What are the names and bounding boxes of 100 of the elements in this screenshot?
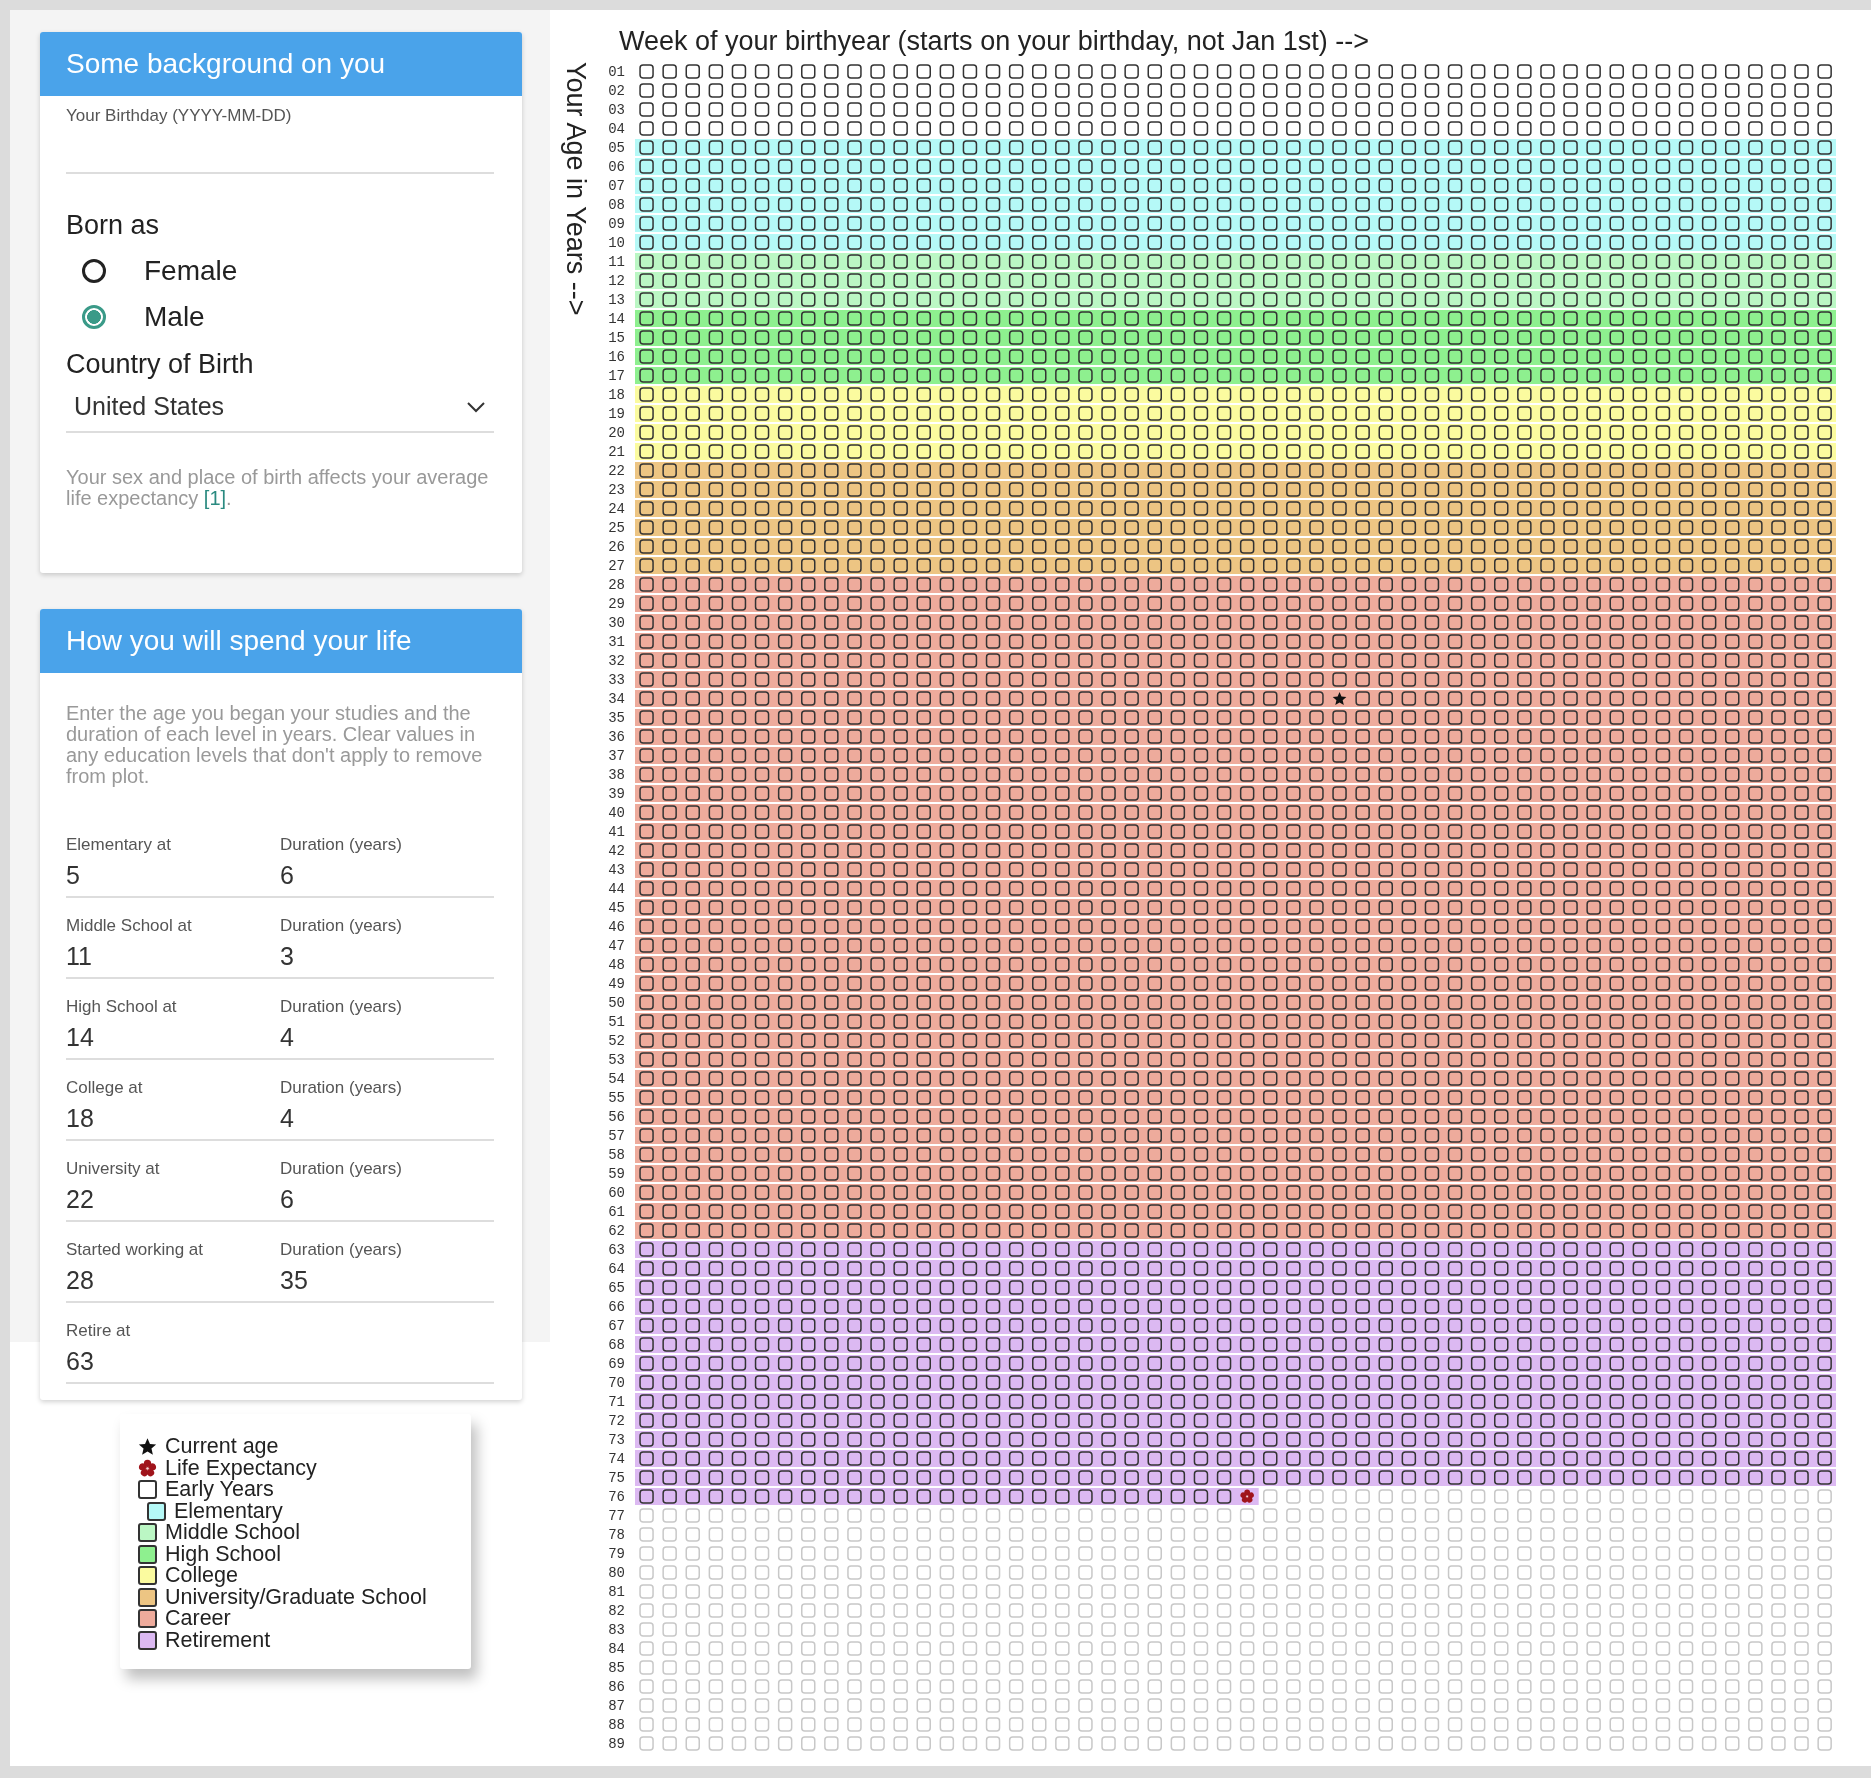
intro-text: Enter the age you began your studies and the duration of each level in years. Clear values in any education levels that don't apply to remove from plot. — [66, 703, 484, 787]
age-label: 45 — [607, 899, 626, 916]
legend-label: Early Years — [165, 1479, 274, 1501]
field-label: University at — [66, 1159, 161, 1179]
age-label: 40 — [607, 804, 626, 821]
duration-input[interactable]: 6 — [280, 1179, 430, 1220]
legend-label: Middle School — [165, 1522, 301, 1544]
age-label: 85 — [607, 1659, 626, 1676]
age-label: 05 — [607, 139, 626, 156]
age-label: 56 — [607, 1108, 626, 1125]
legend-label: Career — [165, 1608, 231, 1630]
field-label: Duration (years) — [280, 916, 403, 936]
field-label: Elementary at — [66, 835, 172, 855]
age-label: 02 — [607, 82, 626, 99]
age-input[interactable]: 63 — [66, 1341, 216, 1382]
section-label: Born as — [66, 210, 161, 241]
age-label: 73 — [607, 1431, 626, 1448]
age-label: 19 — [607, 405, 626, 422]
age-input[interactable]: 28 — [66, 1260, 216, 1301]
age-label: 07 — [607, 177, 626, 194]
age-label: 30 — [607, 614, 626, 631]
age-label: 55 — [607, 1089, 626, 1106]
age-label: 64 — [607, 1260, 626, 1277]
axis-label: Your Age in Years --> — [560, 62, 591, 316]
duration-input[interactable]: 35 — [280, 1260, 430, 1301]
age-label: 01 — [607, 63, 626, 80]
legend-label: High School — [165, 1543, 281, 1565]
field-label: Duration (years) — [280, 835, 403, 855]
age-label: 65 — [607, 1279, 626, 1296]
age-label: 84 — [607, 1640, 626, 1657]
age-label: 23 — [607, 481, 626, 498]
age-label: 25 — [607, 519, 626, 536]
legend-label: University/Graduate School — [165, 1586, 427, 1608]
age-label: 03 — [607, 101, 626, 118]
age-input[interactable]: 11 — [66, 936, 216, 977]
age-label: 47 — [607, 937, 626, 954]
age-label: 52 — [607, 1032, 626, 1049]
age-label: 29 — [607, 595, 626, 612]
duration-input[interactable]: 3 — [280, 936, 430, 977]
field-label: Middle School at — [66, 916, 193, 936]
age-label: 70 — [607, 1374, 626, 1391]
age-label: 36 — [607, 728, 626, 745]
age-label: 35 — [607, 709, 626, 726]
field-label: Retire at — [66, 1321, 132, 1341]
age-input[interactable]: 5 — [66, 855, 216, 896]
country-select[interactable]: United States — [66, 384, 494, 433]
reference-link[interactable]: [1] — [203, 487, 227, 509]
age-input[interactable]: 14 — [66, 1017, 216, 1058]
duration-input[interactable]: 4 — [280, 1017, 430, 1058]
age-label: 57 — [607, 1127, 626, 1144]
age-label: 17 — [607, 367, 626, 384]
info-text: Your sex and place of birth affects your average life expectancy [1]. — [66, 467, 490, 509]
age-label: 21 — [607, 443, 626, 460]
age-label: 68 — [607, 1336, 626, 1353]
age-label: 33 — [607, 671, 626, 688]
age-label: 46 — [607, 918, 626, 935]
legend-label: Elementary — [174, 1500, 283, 1522]
age-label: 08 — [607, 196, 626, 213]
age-label: 50 — [607, 994, 626, 1011]
field-label: Duration (years) — [280, 1078, 403, 1098]
field-label: Duration (years) — [280, 1240, 403, 1260]
duration-input[interactable]: 4 — [280, 1098, 430, 1139]
age-label: 74 — [607, 1450, 626, 1467]
star-icon — [138, 1437, 157, 1457]
radio-label: Female — [144, 255, 238, 287]
age-label: 12 — [607, 272, 626, 289]
age-label: 72 — [607, 1412, 626, 1429]
age-label: 20 — [607, 424, 626, 441]
flower-icon — [138, 1458, 157, 1478]
field-label: Duration (years) — [280, 997, 403, 1017]
chart-title: Week of your birthyear (starts on your birthday, not Jan 1st) --> — [618, 26, 1371, 58]
age-label: 51 — [607, 1013, 626, 1030]
age-input[interactable]: 18 — [66, 1098, 216, 1139]
age-label: 76 — [607, 1488, 626, 1505]
age-label: 89 — [607, 1735, 626, 1752]
field-label: Your Birthday (YYYY-MM-DD) — [66, 106, 293, 126]
age-label: 78 — [607, 1526, 626, 1543]
card-header: How you will spend your life — [40, 609, 522, 673]
age-label: 83 — [607, 1621, 626, 1638]
duration-input[interactable]: 6 — [280, 855, 430, 896]
field-label: Duration (years) — [280, 1159, 403, 1179]
age-input[interactable]: 22 — [66, 1179, 216, 1220]
age-label: 53 — [607, 1051, 626, 1068]
age-label: 15 — [607, 329, 626, 346]
legend-label: Retirement — [165, 1629, 271, 1651]
age-label: 60 — [607, 1184, 626, 1201]
age-label: 69 — [607, 1355, 626, 1372]
age-label: 48 — [607, 956, 626, 973]
age-label: 82 — [607, 1602, 626, 1619]
age-label: 39 — [607, 785, 626, 802]
legend-label: Life Expectancy — [165, 1457, 317, 1479]
age-label: 77 — [607, 1507, 626, 1524]
age-label: 49 — [607, 975, 626, 992]
field-label: High School at — [66, 997, 178, 1017]
age-label: 31 — [607, 633, 626, 650]
radio-button[interactable] — [82, 305, 106, 329]
field-label: Started working at — [66, 1240, 204, 1260]
age-label: 37 — [607, 747, 626, 764]
radio-button[interactable] — [82, 259, 106, 283]
age-label: 54 — [607, 1070, 626, 1087]
